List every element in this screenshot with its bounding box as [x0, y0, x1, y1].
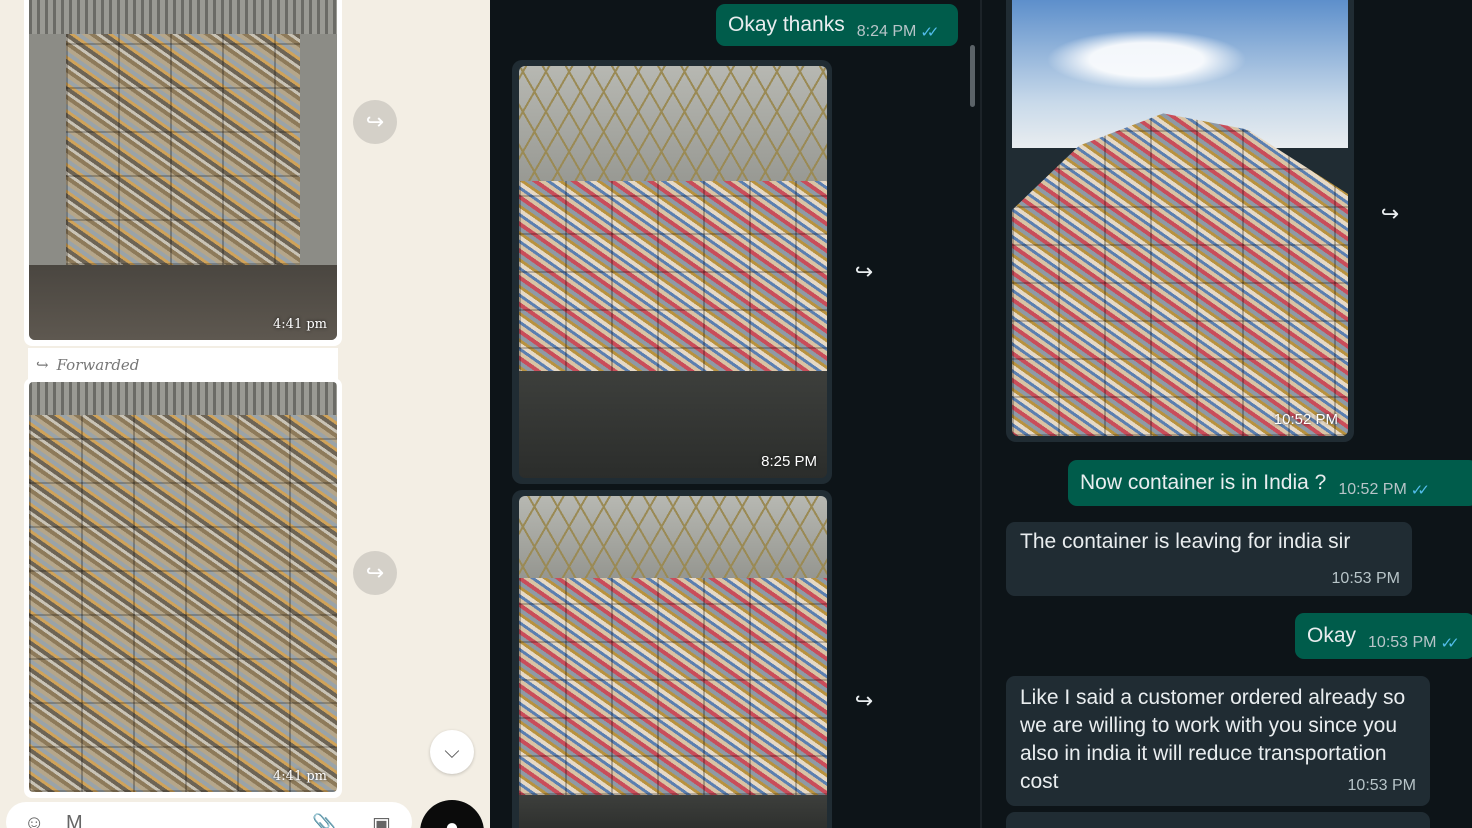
double-check-icon: ✓✓ [920, 24, 939, 41]
forwarded-label: ↪ Forwarded [28, 348, 338, 382]
incoming-message[interactable] [1006, 812, 1430, 828]
message-time: 4:41 pm [273, 769, 327, 784]
emoji-icon[interactable]: ☺ [24, 812, 44, 828]
forward-icon[interactable]: ↪ [842, 679, 886, 723]
camera-icon[interactable]: ▣ [372, 812, 391, 828]
forward-icon[interactable]: ↪ [842, 250, 886, 294]
chat-panel-dark: 10:52 PM ↪ Now container is in India ? 1… [982, 0, 1472, 828]
chat-panel-light: 4:41 pm ↪ ↪ Forwarded 4:41 pm ↪ ⌵ ☺ M 📎 … [0, 0, 490, 828]
message-text: The container is leaving for india sir [1020, 530, 1351, 553]
outgoing-message[interactable]: Now container is in India ? 10:52 PM ✓✓ [1068, 460, 1472, 506]
double-check-icon: ✓✓ [1410, 482, 1430, 499]
bale-container-photo[interactable]: 4:41 pm [29, 382, 337, 792]
message-time: 10:52 PM [1273, 411, 1338, 428]
forward-icon[interactable]: ↪ [1368, 192, 1412, 236]
message-time: 10:53 PM [1368, 634, 1437, 651]
composer-text: M [66, 812, 83, 828]
message-composer[interactable]: ☺ M 📎 ▣ [6, 802, 412, 828]
double-check-icon: ✓✓ [1440, 635, 1460, 652]
message-time: 8:24 PM [856, 23, 917, 40]
scrollbar[interactable] [970, 45, 975, 107]
message-time: 4:41 pm [273, 317, 327, 332]
outgoing-message[interactable]: Okay 10:53 PM ✓✓ [1295, 613, 1472, 659]
message-time: 10:53 PM [1347, 777, 1416, 794]
warehouse-bales-photo[interactable]: 8:25 PM [519, 66, 827, 478]
forward-icon[interactable]: ↪ [353, 551, 397, 595]
chat-panel-dark: Okay thanks 8:24 PM ✓✓ 8:25 PM ↪ ↪ [490, 0, 980, 828]
double-chevron-down-icon[interactable]: ⌵ [430, 730, 474, 774]
outdoor-bales-photo[interactable]: 10:52 PM [1012, 0, 1348, 436]
message-text: Okay thanks [728, 13, 845, 36]
message-time: 10:52 PM [1338, 481, 1407, 498]
mic-icon[interactable]: ● [420, 800, 484, 828]
attach-icon[interactable]: 📎 [312, 812, 337, 828]
warehouse-bales-photo[interactable] [519, 496, 827, 828]
message-text: Now container is in India ? [1080, 471, 1327, 494]
message-text: Okay [1307, 624, 1357, 647]
message-time: 10:53 PM [1331, 570, 1400, 587]
incoming-message[interactable]: The container is leaving for india sir 1… [1006, 522, 1412, 596]
message-time: 8:25 PM [761, 453, 817, 470]
outgoing-message[interactable]: Okay thanks 8:24 PM ✓✓ [716, 4, 958, 46]
incoming-message[interactable]: Like I said a customer ordered already s… [1006, 676, 1430, 806]
forward-icon[interactable]: ↪ [353, 100, 397, 144]
bale-container-photo[interactable]: 4:41 pm [29, 0, 337, 340]
forward-icon: ↪ [36, 356, 49, 374]
